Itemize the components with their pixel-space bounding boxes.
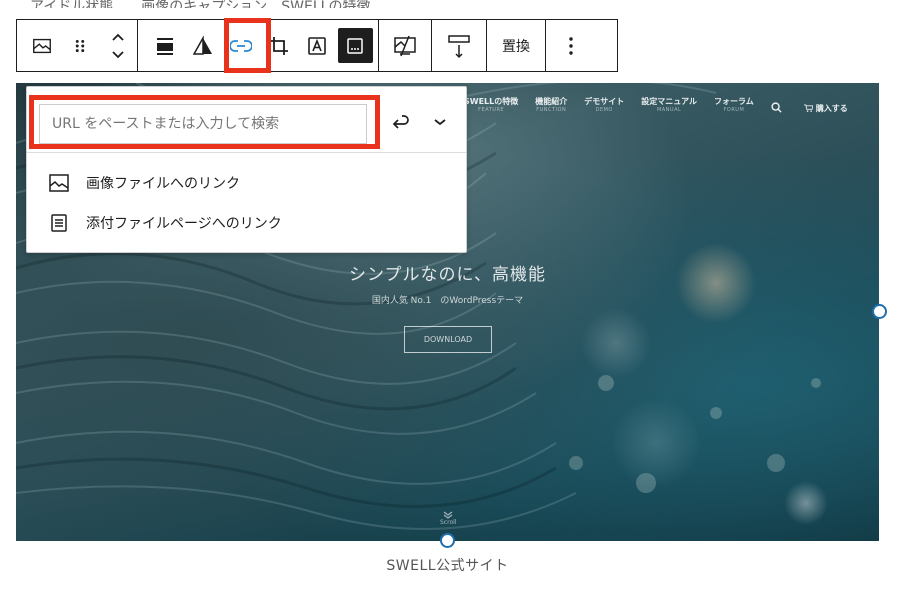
hero-title: シンプルなのに、高機能 [349,265,546,285]
duotone-icon[interactable] [184,20,222,71]
suggestion-label: 添付ファイルページへのリンク [86,216,282,232]
site-nav-item[interactable]: 機能紹介 FUNCTION [535,97,567,117]
toolbar-group-tools [138,20,379,71]
move-up-down-icon[interactable] [99,20,137,71]
site-nav-item-sub: FEATURE [478,107,505,113]
site-nav-item-sub: DEMO [595,107,613,113]
site-nav-item[interactable]: 設定マニュアル MANUAL [641,97,697,117]
chevron-down-icon [434,119,446,126]
url-search-input[interactable] [39,104,367,144]
cart-link[interactable]: 購入する [803,99,848,117]
suggestion-label: 画像ファイルへのリンク [86,176,240,192]
scroll-indicator: Scroll [440,511,456,526]
site-nav-item-label: デモサイト [584,97,625,106]
upload-icon[interactable] [440,20,478,71]
caption-icon-box [337,28,373,63]
crop-icon[interactable] [260,20,298,71]
enter-icon [392,115,409,129]
caption-icon[interactable] [336,20,374,71]
text-overlay-icon[interactable] [298,20,336,71]
site-nav-item-label: 機能紹介 [535,97,568,106]
site-nav-item-label: フォーラム [714,97,754,106]
site-nav-item-sub: MANUAL [656,107,682,113]
scroll-label: Scroll [440,519,457,526]
suggestion-item[interactable]: 添付ファイルページへのリンク [27,203,466,243]
image-caption[interactable]: SWELL公式サイト [0,555,895,575]
cart-label: 購入する [815,103,848,113]
image-icon [48,172,70,194]
chevrons-down-icon [443,511,453,519]
toolbar-group-more [546,20,596,71]
cart-icon [803,104,813,112]
site-nav: SWELLの特徴 FEATURE 機能紹介 FUNCTION デモサイト DEM… [464,97,848,117]
resize-handle-bottom[interactable] [440,533,455,548]
image-icon[interactable] [23,20,61,71]
hero-subtitle: 国内人気 No.1 のWordPressテーマ [371,296,524,306]
link-popover: 画像ファイルへのリンク 添付ファイルページへのリンク [26,86,467,253]
toolbar-group-block [17,20,138,71]
page-icon [48,212,70,234]
link-options-button[interactable] [425,107,455,137]
clipped-top-text-label: アイドル状態 画像のキャプション SWELLの特徴 [30,0,371,8]
site-nav-item-label: SWELLの特徴 [464,97,519,106]
block-toolbar: 置換 [16,19,618,72]
search-icon[interactable] [771,98,782,117]
site-nav-item-sub: FUNCTION [536,107,567,113]
more-vertical-icon[interactable] [552,20,590,71]
site-nav-item[interactable]: SWELLの特徴 FEATURE [464,97,518,117]
align-icon[interactable] [146,20,184,71]
toolbar-group-upload [432,20,487,71]
replace-button[interactable]: 置換 [487,20,545,71]
url-row [27,87,466,153]
site-nav-item[interactable]: デモサイト DEMO [584,97,624,117]
site-nav-item[interactable]: フォーラム FORUM [714,97,754,117]
clipped-top-text: アイドル状態 画像のキャプション SWELLの特徴 [30,0,410,8]
drag-handle-icon[interactable] [61,20,99,71]
download-button[interactable]: DOWNLOAD [404,326,492,353]
toolbar-group-replace: 置換 [487,20,546,71]
site-nav-item-sub: FORUM [723,107,745,113]
site-nav-item-label: 設定マニュアル [641,97,698,106]
submit-link-button[interactable] [385,107,415,137]
toolbar-group-swap [379,20,432,71]
swap-image-icon[interactable] [386,20,424,71]
link-icon[interactable] [222,20,260,71]
suggestion-item[interactable]: 画像ファイルへのリンク [27,163,466,203]
resize-handle-right[interactable] [872,304,887,319]
